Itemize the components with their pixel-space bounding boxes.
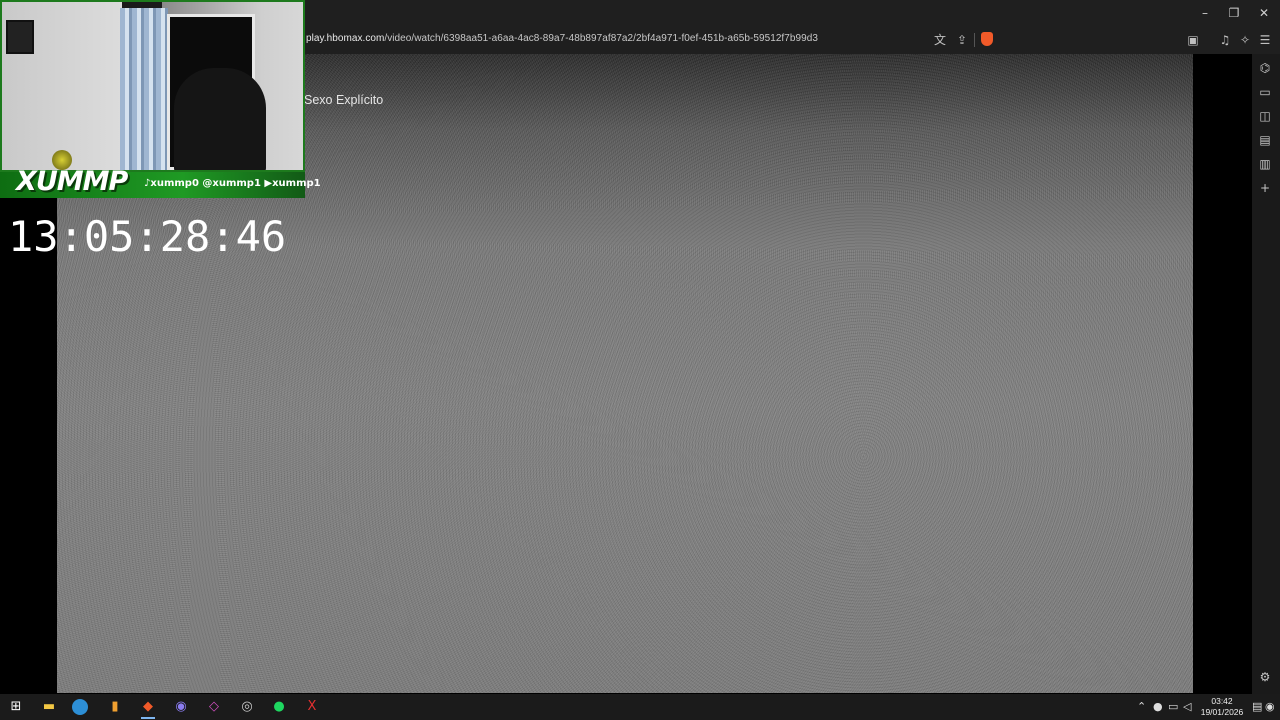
clock-date: 19/01/2026: [1200, 707, 1244, 717]
xummp-icon[interactable]: X: [302, 697, 322, 717]
video-icon[interactable]: ▭: [1256, 83, 1274, 101]
gear-icon[interactable]: ⚙: [1256, 668, 1274, 686]
restore-button[interactable]: ❐: [1219, 4, 1249, 22]
screenshot-icon[interactable]: ▣: [1185, 32, 1201, 48]
brave-shields-icon[interactable]: [981, 32, 993, 46]
webcam-picture-frame: [6, 20, 34, 54]
taskbar: [0, 694, 1280, 720]
translate-icon[interactable]: 文: [932, 32, 948, 48]
notifications-icon[interactable]: ▤: [1252, 700, 1262, 713]
stream-app-icon[interactable]: ◎: [237, 697, 257, 717]
url-host: play.hbomax.com: [306, 33, 385, 44]
reading-list-icon[interactable]: ▥: [1256, 155, 1274, 173]
webcam-overlay: [0, 0, 305, 172]
toolbar-divider: [974, 33, 975, 47]
video-title: Sexo Explícito: [304, 93, 384, 107]
mic-tray-icon[interactable]: ◉: [1265, 700, 1275, 713]
address-bar[interactable]: play.hbomax.com/video/watch/6398aa51-a6a…: [306, 33, 818, 44]
leo-ai-icon[interactable]: ✧: [1237, 32, 1253, 48]
windows-start-icon[interactable]: ⊞: [6, 697, 26, 717]
microphone-icon[interactable]: ●: [1153, 700, 1163, 713]
webcam-chair: [174, 68, 266, 170]
bookmarks-icon[interactable]: ▤: [1256, 131, 1274, 149]
edge-icon[interactable]: [72, 699, 88, 715]
stream-timer: 13:05:28:46: [8, 212, 287, 261]
volume-icon[interactable]: ◁: [1183, 700, 1191, 713]
video-letterbox: [1193, 54, 1252, 693]
menu-icon[interactable]: ☰: [1257, 32, 1273, 48]
charts-app-icon[interactable]: ▮: [105, 697, 125, 717]
clock-time: 03:42: [1211, 696, 1233, 706]
brave-icon[interactable]: ◆: [138, 697, 158, 717]
spotify-icon[interactable]: ●: [269, 697, 289, 717]
active-app-indicator: [141, 717, 155, 719]
close-button[interactable]: ✕: [1249, 4, 1279, 22]
obsidian-icon[interactable]: ◇: [204, 697, 224, 717]
file-explorer-icon[interactable]: ▬: [39, 697, 59, 717]
network-icon[interactable]: ▭: [1168, 700, 1178, 713]
wallet-icon[interactable]: ◫: [1256, 107, 1274, 125]
webcam-curtain: [120, 8, 168, 170]
leo-icon[interactable]: ⌬: [1256, 59, 1274, 77]
share-icon[interactable]: ⇪: [954, 32, 970, 48]
url-path: /video/watch/6398aa51-a6aa-4ac8-89a7-48b…: [384, 33, 818, 44]
browser-sidebar: [1252, 54, 1280, 694]
add-icon[interactable]: +: [1256, 179, 1274, 197]
social-handles: ♪xummp0 @xummp1 ▶xummp1: [144, 178, 321, 189]
music-icon[interactable]: ♫: [1217, 32, 1233, 48]
discord-icon[interactable]: ◉: [171, 697, 191, 717]
streamer-logo: XUMMP: [16, 166, 128, 197]
taskbar-clock[interactable]: 03:42 19/01/2026: [1198, 696, 1246, 718]
minimize-button[interactable]: –: [1190, 4, 1220, 22]
chevron-up-icon[interactable]: ⌃: [1137, 700, 1146, 713]
